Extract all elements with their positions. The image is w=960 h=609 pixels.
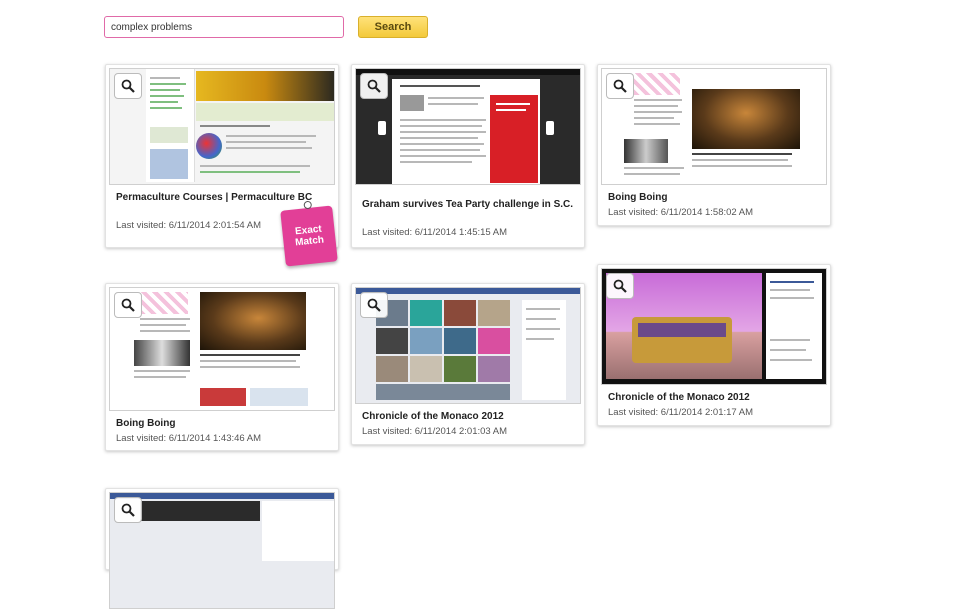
result-card-monaco-2[interactable]: Chronicle of the Monaco 2012 Last visite… — [597, 264, 831, 426]
page-thumbnail[interactable] — [109, 492, 335, 609]
last-visited: Last visited: 6/11/2014 2:01:54 AM — [116, 220, 262, 231]
card-title[interactable]: Chronicle of the Monaco 2012 — [608, 392, 822, 404]
search-input[interactable] — [104, 16, 344, 38]
result-card-boing-2[interactable]: Boing Boing Last visited: 6/11/2014 1:43… — [105, 283, 339, 451]
result-card-monaco-1[interactable]: Chronicle of the Monaco 2012 Last visite… — [351, 283, 585, 445]
page-thumbnail[interactable] — [601, 68, 827, 185]
magnifier-icon — [367, 79, 381, 93]
last-visited: Last visited: 6/11/2014 2:01:17 AM — [608, 407, 754, 418]
page-thumbnail[interactable] — [601, 268, 827, 385]
last-visited: Last visited: 6/11/2014 1:45:15 AM — [362, 227, 508, 238]
last-visited: Last visited: 6/11/2014 1:58:02 AM — [608, 207, 754, 218]
zoom-button[interactable] — [114, 292, 142, 318]
magnifier-icon — [613, 79, 627, 93]
card-title[interactable]: Permaculture Courses | Permaculture BC — [116, 192, 330, 204]
zoom-button[interactable] — [114, 73, 142, 99]
last-visited: Last visited: 6/11/2014 2:01:03 AM — [362, 426, 508, 437]
zoom-button[interactable] — [360, 73, 388, 99]
card-title[interactable]: Graham survives Tea Party challenge in S… — [362, 199, 576, 211]
card-title[interactable]: Chronicle of the Monaco 2012 — [362, 411, 576, 423]
page-thumbnail[interactable] — [355, 287, 581, 404]
search-button[interactable]: Search — [358, 16, 428, 38]
magnifier-icon — [121, 79, 135, 93]
zoom-button[interactable] — [360, 292, 388, 318]
magnifier-icon — [367, 298, 381, 312]
result-card-boing-1[interactable]: Boing Boing Last visited: 6/11/2014 1:58… — [597, 64, 831, 226]
result-card-partial[interactable] — [105, 488, 339, 609]
exact-match-badge: Exact Match — [280, 205, 338, 267]
zoom-button[interactable] — [114, 497, 142, 523]
magnifier-icon — [121, 503, 135, 517]
result-card-graham[interactable]: Graham survives Tea Party challenge in S… — [351, 64, 585, 248]
card-title[interactable]: Boing Boing — [608, 192, 822, 204]
zoom-button[interactable] — [606, 273, 634, 299]
page-thumbnail[interactable] — [355, 68, 581, 185]
card-title[interactable]: Boing Boing — [116, 418, 330, 430]
zoom-button[interactable] — [606, 73, 634, 99]
magnifier-icon — [613, 279, 627, 293]
magnifier-icon — [121, 298, 135, 312]
page-thumbnail[interactable] — [109, 287, 335, 411]
page-thumbnail[interactable] — [109, 68, 335, 185]
last-visited: Last visited: 6/11/2014 1:43:46 AM — [116, 433, 262, 444]
